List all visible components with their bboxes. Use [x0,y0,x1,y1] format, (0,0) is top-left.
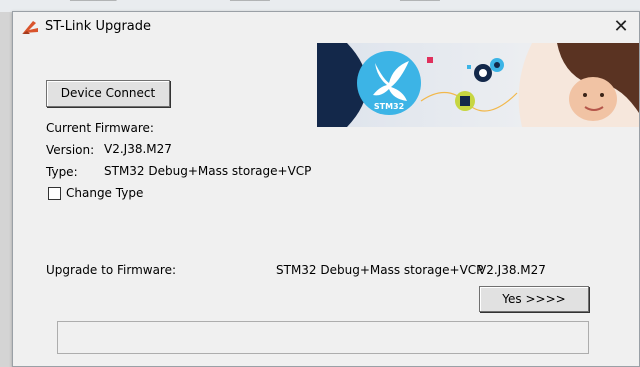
upgrade-version-value: V2.J38.M27 [478,263,546,277]
change-type-label: Change Type [66,186,144,200]
change-type-checkbox[interactable] [48,187,61,200]
yes-upgrade-button[interactable]: Yes >>>> [479,286,589,312]
st-link-app-icon [22,21,38,34]
small-square-icon [467,65,471,69]
st-link-upgrade-dialog: ST-Link Upgrade ✕ STM32 Device Connect C… [12,11,640,367]
upgrade-type-value: STM32 Debug+Mass storage+VCP [276,263,484,277]
upgrade-to-firmware-label: Upgrade to Firmware: [46,263,177,277]
current-type-value: STM32 Debug+Mass storage+VCP [104,164,312,178]
current-firmware-heading: Current Firmware: [46,121,154,135]
device-connect-button[interactable]: Device Connect [46,80,170,107]
st-banner-image: STM32 [317,43,639,127]
close-button[interactable]: ✕ [607,14,635,40]
type-label: Type: [46,165,78,179]
stm32-banner-graphic: STM32 [317,43,639,127]
version-label: Version: [46,143,95,157]
stm32-logo-text: STM32 [374,102,404,111]
current-version-value: V2.J38.M27 [104,142,172,156]
upgrade-progress-bar [57,321,589,354]
window-title: ST-Link Upgrade [45,19,152,34]
pink-square-icon [427,57,433,63]
title-bar: ST-Link Upgrade ✕ [13,12,639,42]
